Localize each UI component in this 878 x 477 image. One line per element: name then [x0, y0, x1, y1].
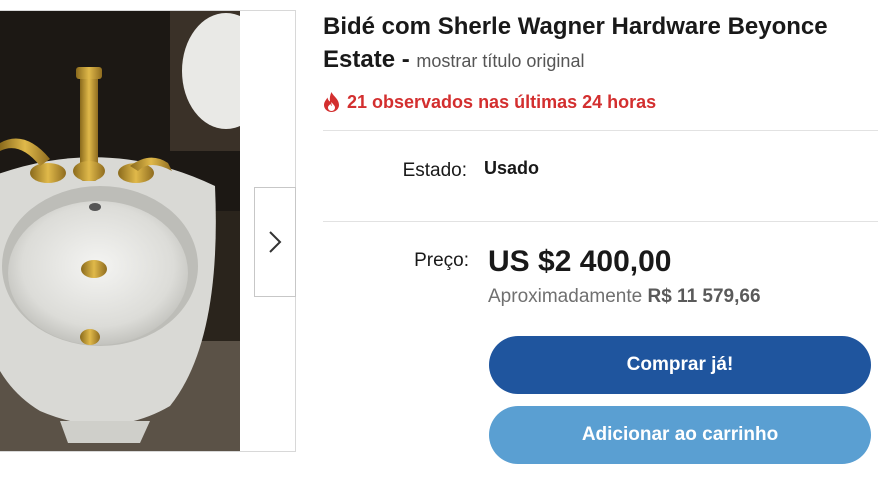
next-image-button[interactable] — [254, 187, 296, 297]
buy-now-button[interactable]: Comprar já! — [489, 336, 871, 394]
watchers-text: 21 observados nas últimas 24 horas — [347, 91, 657, 112]
approx-prefix: Aproximadamente — [488, 286, 643, 307]
image-gallery — [0, 10, 296, 452]
title-line-2: Estate — [323, 46, 396, 73]
divider — [323, 221, 878, 222]
approx-value: R$ 11 579,66 — [647, 286, 761, 307]
chevron-right-icon — [269, 231, 282, 253]
condition-value: Usado — [484, 158, 540, 178]
product-title: Bidé com Sherle Wagner Hardware Beyonce … — [323, 10, 878, 78]
fire-icon — [324, 92, 339, 112]
product-image[interactable] — [0, 11, 240, 451]
watchers-notice: 21 observados nas últimas 24 horas — [323, 90, 656, 114]
show-original-title-link[interactable]: mostrar título original — [416, 51, 584, 71]
title-line-1: Bidé com Sherle Wagner Hardware Beyonce — [323, 13, 828, 40]
condition-label: Estado: — [402, 160, 467, 181]
price-label: Preço: — [414, 250, 469, 271]
title-separator: - — [401, 46, 410, 73]
divider — [323, 130, 878, 131]
approx-price: Aproximadamente R$ 11 579,66 — [488, 286, 761, 308]
price-value: US $2 400,00 — [488, 245, 672, 278]
add-to-cart-button[interactable]: Adicionar ao carrinho — [489, 406, 871, 464]
